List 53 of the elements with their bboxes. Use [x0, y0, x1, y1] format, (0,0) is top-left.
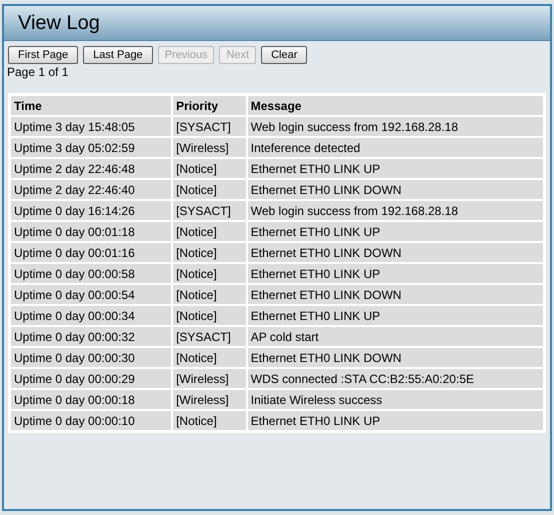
table-cell: [Notice] — [173, 264, 246, 283]
table-cell: Ethernet ETH0 LINK DOWN — [248, 285, 543, 304]
page-info: Page 1 of 1 — [6, 64, 68, 80]
table-cell: Ethernet ETH0 LINK DOWN — [248, 348, 543, 367]
table-cell: Ethernet ETH0 LINK UP — [248, 159, 543, 178]
table-cell: Uptime 0 day 00:00:10 — [11, 411, 172, 430]
table-cell: Uptime 0 day 00:00:32 — [11, 327, 172, 346]
table-cell: [SYSACT] — [173, 327, 246, 346]
table-cell: Ethernet ETH0 LINK UP — [248, 306, 543, 325]
table-cell: [Notice] — [173, 243, 246, 262]
table-cell: [Notice] — [173, 285, 246, 304]
page-button[interactable]: Last Page — [83, 46, 153, 64]
table-cell: Web login success from 192.168.28.18 — [248, 201, 543, 220]
table-cell: [Notice] — [173, 306, 246, 325]
table-cell: [Notice] — [173, 159, 246, 178]
table-cell: Ethernet ETH0 LINK UP — [248, 411, 543, 430]
column-header: Priority — [173, 96, 246, 115]
table-cell: Uptime 0 day 00:00:30 — [11, 348, 172, 367]
column-header: Time — [11, 96, 172, 115]
table-cell: Uptime 2 day 22:46:40 — [11, 180, 172, 199]
table-cell: Ethernet ETH0 LINK DOWN — [248, 243, 543, 262]
table-cell: [Wireless] — [173, 138, 246, 157]
table-cell: Ethernet ETH0 LINK UP — [248, 264, 543, 283]
table-cell: [Notice] — [173, 411, 246, 430]
table-cell: Uptime 2 day 22:46:48 — [11, 159, 172, 178]
table-cell: AP cold start — [248, 327, 543, 346]
table-cell: Web login success from 192.168.28.18 — [248, 117, 543, 136]
column-header: Message — [248, 96, 543, 115]
table-cell: [Notice] — [173, 180, 246, 199]
page-button[interactable]: First Page — [8, 46, 78, 64]
table-cell: Uptime 0 day 00:01:16 — [11, 243, 172, 262]
table-cell: Uptime 3 day 05:02:59 — [11, 138, 172, 157]
table-cell: Uptime 0 day 16:14:26 — [11, 201, 172, 220]
table-cell: Uptime 0 day 00:00:18 — [11, 390, 172, 409]
table-cell: Uptime 0 day 00:00:34 — [11, 306, 172, 325]
table-cell: [Wireless] — [173, 390, 246, 409]
table-cell: Uptime 0 day 00:00:54 — [11, 285, 172, 304]
table-cell: [Notice] — [173, 222, 246, 241]
table-cell: Ethernet ETH0 LINK DOWN — [248, 180, 543, 199]
table-cell: Uptime 3 day 15:48:05 — [11, 117, 172, 136]
table-cell: Initiate Wireless success — [248, 390, 543, 409]
table-cell: Uptime 0 day 00:01:18 — [11, 222, 172, 241]
table-cell: Uptime 0 day 00:00:29 — [11, 369, 172, 388]
table-cell: Uptime 0 day 00:00:58 — [11, 264, 172, 283]
window-title: View Log — [18, 11, 100, 36]
page-button[interactable]: Clear — [261, 46, 308, 64]
table-cell: Inteference detected — [248, 138, 543, 157]
table-cell: Ethernet ETH0 LINK UP — [248, 222, 543, 241]
table-cell: WDS connected :STA CC:B2:55:A0:20:5E — [248, 369, 543, 388]
table-cell: [SYSACT] — [173, 117, 246, 136]
table-cell: [Wireless] — [173, 369, 246, 388]
table-cell: [Notice] — [173, 348, 246, 367]
table-cell: [SYSACT] — [173, 201, 246, 220]
